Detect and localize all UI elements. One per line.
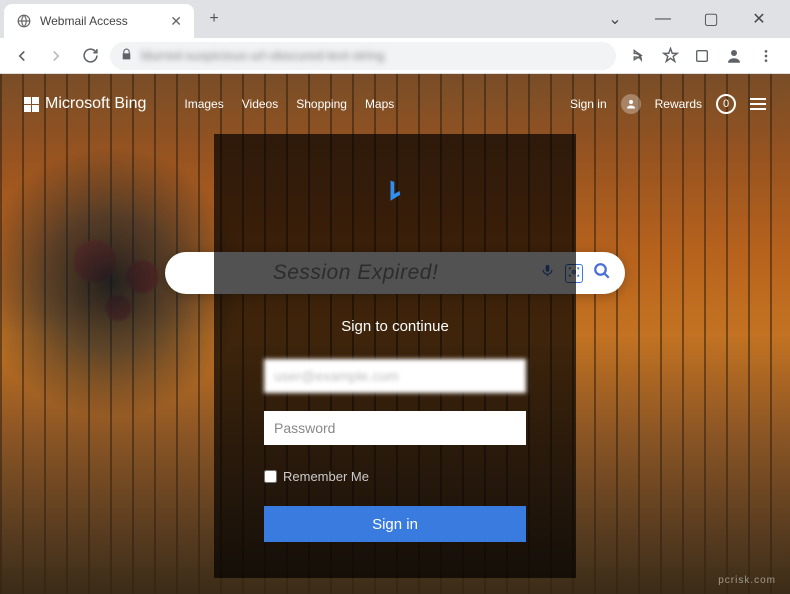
nav-images[interactable]: Images — [184, 97, 223, 111]
login-modal: Sign to continue Remember Me Sign in — [214, 134, 576, 578]
chevron-down-icon[interactable]: ⌄ — [600, 4, 630, 34]
extensions-icon[interactable] — [690, 44, 714, 68]
page-viewport: Microsoft Bing Images Videos Shopping Ma… — [0, 74, 790, 594]
signin-button[interactable]: Sign in — [264, 506, 526, 542]
nav-videos[interactable]: Videos — [242, 97, 278, 111]
new-tab-button[interactable]: + — [200, 5, 228, 33]
search-icon[interactable] — [593, 262, 611, 285]
bing-brand-text: Microsoft Bing — [45, 95, 146, 113]
rewards-badge-icon[interactable]: 0 — [716, 94, 736, 114]
close-window-button[interactable]: ✕ — [744, 4, 774, 34]
hamburger-menu-icon[interactable] — [750, 98, 766, 110]
user-avatar-icon[interactable] — [621, 94, 641, 114]
bing-header: Microsoft Bing Images Videos Shopping Ma… — [0, 84, 790, 124]
rewards-link[interactable]: Rewards — [655, 97, 702, 111]
profile-avatar-icon[interactable] — [722, 44, 746, 68]
back-button[interactable] — [8, 42, 36, 70]
remember-label: Remember Me — [283, 469, 369, 484]
remember-checkbox-input[interactable] — [264, 470, 277, 483]
bing-logo[interactable]: Microsoft Bing — [24, 95, 146, 113]
microsoft-icon — [24, 97, 39, 112]
modal-subtitle: Sign to continue — [341, 318, 449, 335]
password-field[interactable] — [264, 411, 526, 445]
signin-link[interactable]: Sign in — [570, 97, 607, 111]
reload-button[interactable] — [76, 42, 104, 70]
browser-tab[interactable]: Webmail Access ✕ — [4, 4, 194, 38]
forward-button[interactable] — [42, 42, 70, 70]
minimize-button[interactable]: — — [648, 4, 678, 34]
share-icon[interactable] — [626, 44, 650, 68]
kebab-menu-icon[interactable] — [754, 44, 778, 68]
tab-close-icon[interactable]: ✕ — [170, 13, 182, 30]
nav-shopping[interactable]: Shopping — [296, 97, 347, 111]
browser-toolbar: blurred-suspicious-url-obscured-text-str… — [0, 38, 790, 74]
nav-maps[interactable]: Maps — [365, 97, 394, 111]
tab-title: Webmail Access — [40, 14, 128, 28]
watermark-text: pcrisk.com — [718, 575, 776, 586]
globe-icon — [16, 13, 32, 29]
address-text: blurred-suspicious-url-obscured-text-str… — [141, 48, 606, 63]
browser-titlebar: Webmail Access ✕ + ⌄ — ▢ ✕ — [0, 0, 790, 38]
bing-b-icon — [386, 178, 404, 210]
bing-nav: Images Videos Shopping Maps — [184, 97, 394, 111]
maximize-button[interactable]: ▢ — [696, 4, 726, 34]
remember-me-checkbox[interactable]: Remember Me — [264, 469, 369, 484]
lock-icon — [120, 48, 133, 64]
bookmark-star-icon[interactable] — [658, 44, 682, 68]
window-controls: ⌄ — ▢ ✕ — [600, 4, 786, 34]
email-field[interactable] — [264, 359, 526, 393]
address-bar[interactable]: blurred-suspicious-url-obscured-text-str… — [110, 42, 616, 70]
